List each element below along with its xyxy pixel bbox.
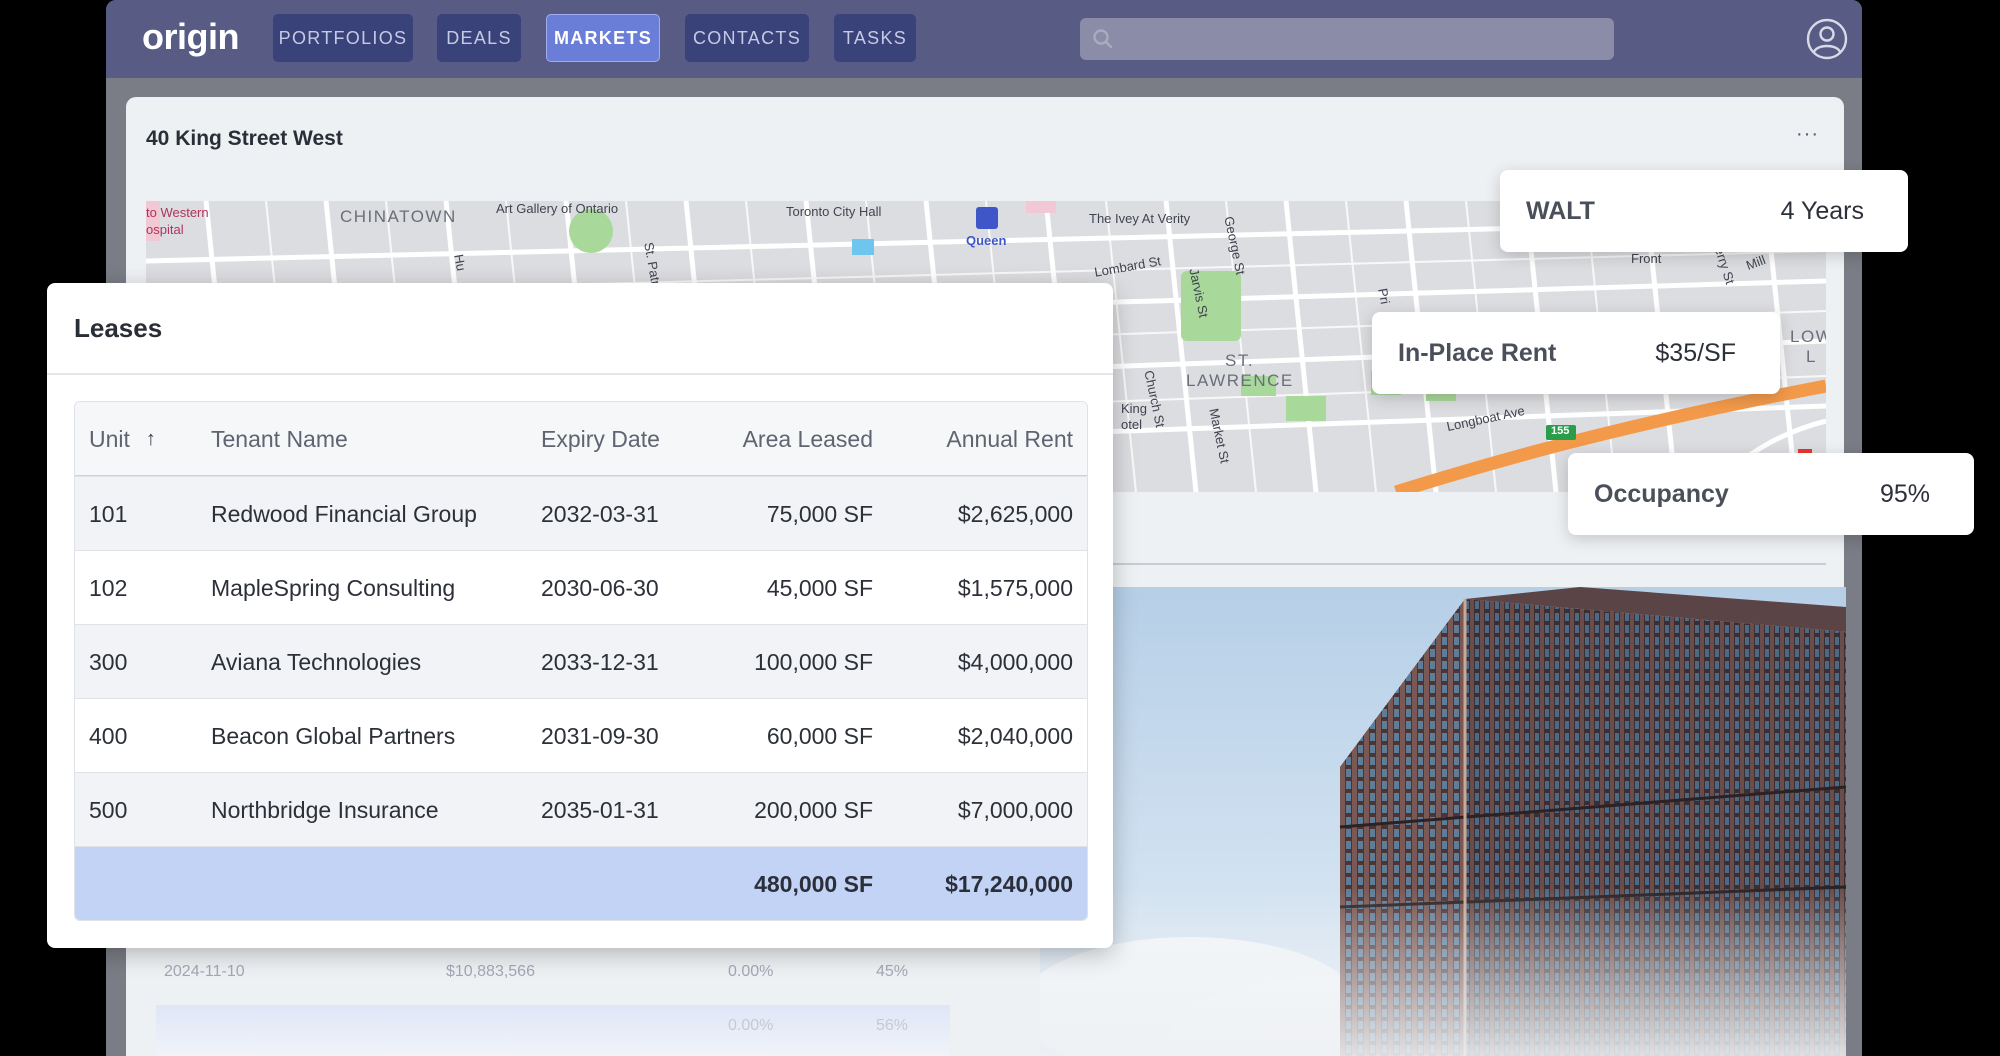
map-label: Pri [1375,287,1393,306]
area-cell: 75,000 SF [766,500,873,527]
column-header-unit[interactable]: Unit ↑ [89,402,156,476]
sort-ascending-icon[interactable]: ↑ [146,428,156,451]
occupancy-card: Occupancy 95% [1568,453,1974,535]
map-label: The Ivey At Verity [1089,211,1191,226]
column-header-tenant[interactable]: Tenant Name [211,402,348,476]
map-label: Toronto City Hall [786,204,882,219]
map-label: Front [1631,251,1662,266]
map-district-label: LAWRENCE [1186,371,1294,390]
column-header-expiry[interactable]: Expiry Date [541,402,660,476]
map-district-label: ST. [1225,351,1255,370]
totals-row: 480,000 SF $17,240,000 [75,846,1087,920]
rent-cell: $1,575,000 [957,574,1073,601]
area-cell: 45,000 SF [766,574,873,601]
ghost-cell: 0.00% [728,963,774,980]
in-place-rent-value: $35/SF [1655,338,1736,367]
user-avatar-icon[interactable] [1806,18,1848,60]
nav-deals[interactable]: DEALS [437,14,521,62]
leases-table: Unit ↑ Tenant Name Expiry Date Area Leas… [74,401,1088,921]
expiry-cell: 2035-01-31 [541,796,659,823]
tenant-cell: Northbridge Insurance [211,796,439,823]
unit-cell: 500 [89,796,128,823]
map-label: Queen [966,233,1007,248]
rent-cell: $2,040,000 [957,722,1073,749]
map-label: King [1121,401,1148,416]
area-cell: 60,000 SF [766,722,873,749]
search-input[interactable] [1080,18,1614,60]
background-table: 2024-11-10 $10,883,566 0.00% 45% 0.00% 5… [156,941,950,1056]
nav-contacts[interactable]: CONTACTS [685,14,809,62]
ghost-cell: 2024-11-10 [164,963,245,980]
nav-markets[interactable]: MARKETS [546,14,660,62]
nav-tasks[interactable]: TASKS [834,14,916,62]
more-options-button[interactable]: ··· [1796,123,1819,146]
expiry-cell: 2030-06-30 [541,574,659,601]
ghost-cell: 0.00% [728,1017,774,1034]
leases-panel: Leases Unit ↑ Tenant Name Expiry Date Ar… [47,283,1113,948]
table-row[interactable]: 300 Aviana Technologies 2033-12-31 100,0… [75,624,1087,698]
ghost-cell: 45% [876,963,909,980]
ghost-cell: $10,883,566 [446,963,535,980]
in-place-rent-label: In-Place Rent [1398,338,1557,367]
map-district-label: LOW [1790,327,1826,346]
table-row[interactable]: 400 Beacon Global Partners 2031-09-30 60… [75,698,1087,772]
walt-card: WALT 4 Years [1500,170,1908,252]
nav-portfolios[interactable]: PORTFOLIOS [273,14,413,62]
table-row[interactable]: 102 MapleSpring Consulting 2030-06-30 45… [75,550,1087,624]
column-header-rent[interactable]: Annual Rent [946,402,1073,476]
total-area: 480,000 SF [754,870,873,897]
tenant-cell: Aviana Technologies [211,648,422,675]
map-district-label: L [1806,347,1817,366]
total-rent: $17,240,000 [945,870,1073,897]
rent-cell: $7,000,000 [957,796,1073,823]
map-label: Art Gallery of Ontario [496,201,619,216]
expiry-cell: 2031-09-30 [541,722,659,749]
leases-title: Leases [74,313,163,343]
property-title: 40 King Street West [146,127,343,150]
search-icon [1093,29,1113,49]
in-place-rent-card: In-Place Rent $35/SF [1372,312,1780,394]
table-row[interactable]: 101 Redwood Financial Group 2032-03-31 7… [75,476,1087,550]
ghost-row-highlight [156,1005,950,1056]
map-label: otel [1121,417,1142,432]
area-cell: 100,000 SF [754,648,873,675]
leases-divider [47,373,1113,375]
top-navigation-bar: origin PORTFOLIOS DEALS MARKETS CONTACTS… [106,0,1862,78]
map-label: ospital [146,222,184,237]
expiry-cell: 2033-12-31 [541,648,659,675]
column-header-label: Unit [89,425,130,452]
rent-cell: $2,625,000 [957,500,1073,527]
unit-cell: 300 [89,648,128,675]
ghost-cell: 56% [876,1017,909,1034]
unit-cell: 101 [89,500,128,527]
unit-cell: 400 [89,722,128,749]
highway-shield: 155 [1551,425,1570,437]
building-illustration [1040,587,1846,1056]
tenant-cell: Beacon Global Partners [211,722,456,749]
table-row[interactable]: 500 Northbridge Insurance 2035-01-31 200… [75,772,1087,846]
unit-cell: 102 [89,574,128,601]
walt-value: 4 Years [1780,196,1864,225]
occupancy-label: Occupancy [1594,479,1729,508]
tenant-cell: MapleSpring Consulting [211,574,456,601]
table-header-row: Unit ↑ Tenant Name Expiry Date Area Leas… [75,402,1087,476]
building-photo [1040,587,1846,1056]
walt-label: WALT [1526,196,1595,225]
area-cell: 200,000 SF [754,796,873,823]
map-label: to Western [146,205,209,220]
tenant-cell: Redwood Financial Group [211,500,477,527]
expiry-cell: 2032-03-31 [541,500,659,527]
column-header-area[interactable]: Area Leased [743,402,873,476]
map-district-label: CHINATOWN [340,207,457,226]
occupancy-value: 95% [1879,479,1930,508]
rent-cell: $4,000,000 [957,648,1073,675]
origin-logo[interactable]: origin [142,16,239,58]
map-label: Hu [451,253,469,272]
